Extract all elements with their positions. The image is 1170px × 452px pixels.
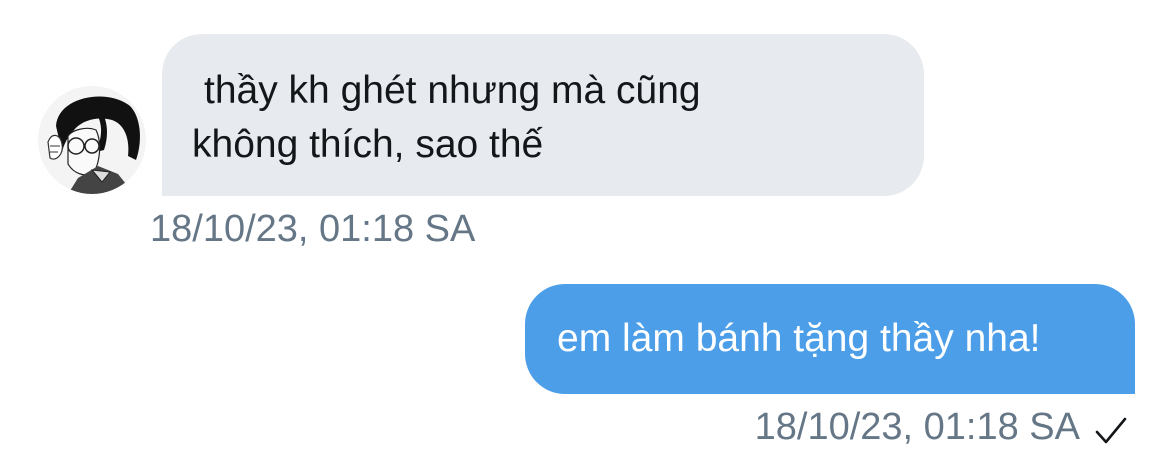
user-avatar-icon[interactable] [38, 86, 146, 194]
outgoing-message-bubble[interactable]: em làm bánh tặng thầy nha! [525, 284, 1135, 394]
incoming-message-timestamp: 18/10/23, 01:18 SA [150, 208, 476, 250]
incoming-message-bubble[interactable]: thầy kh ghét nhưng mà cũng không thích, … [162, 34, 924, 196]
checkmark-icon [1095, 417, 1127, 444]
message-text-line: thầy kh ghét nhưng mà cũng [204, 69, 701, 112]
message-text: em làm bánh tặng thầy nha! [557, 317, 1041, 360]
outgoing-message-timestamp: 18/10/23, 01:18 SA [754, 406, 1080, 448]
message-text-line: không thích, sao thế [192, 123, 544, 166]
